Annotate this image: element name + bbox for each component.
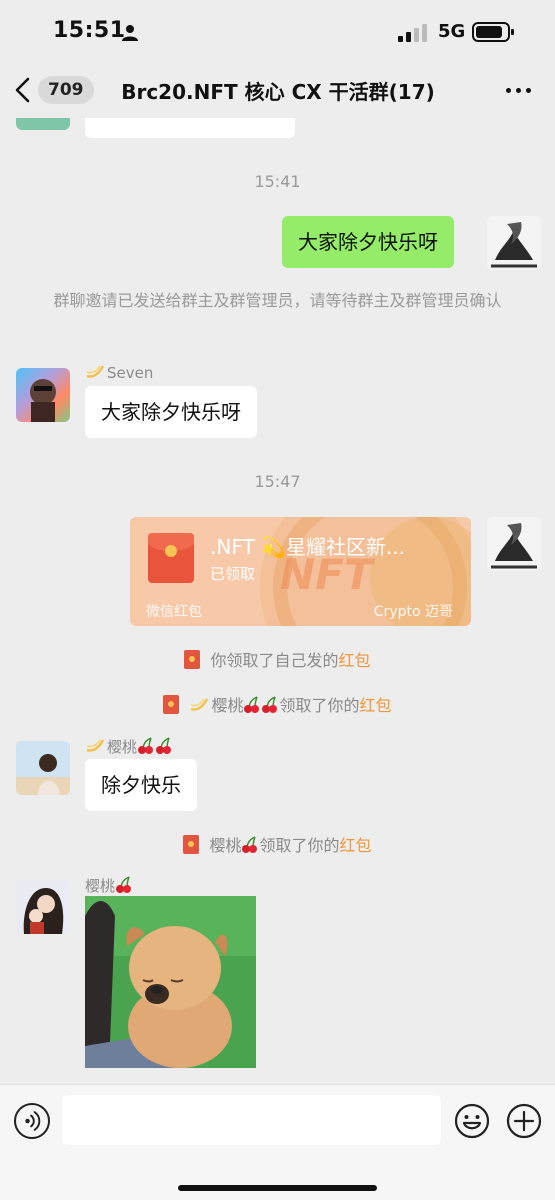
nav-bar: 709 Brc20.NFT 核心 CX 干活群(17)	[0, 62, 555, 118]
cherry-icon	[156, 737, 172, 754]
voice-icon[interactable]	[14, 1103, 50, 1139]
signal-icon	[398, 24, 427, 42]
more-icon	[505, 87, 511, 93]
back-button[interactable]: 709	[12, 70, 96, 110]
self-avatar[interactable]	[487, 216, 541, 270]
cherry-icon	[116, 876, 132, 893]
chat-title: Brc20.NFT 核心 CX 干活群(17)	[121, 80, 435, 104]
red-packet-claim-notice: 樱桃 领取了你的红包	[0, 832, 555, 856]
sender-name-yingtao: 樱桃	[85, 736, 173, 757]
plus-icon[interactable]	[506, 1103, 542, 1139]
sender-name-yingtao: 樱桃	[85, 875, 133, 896]
red-packet-icon	[183, 835, 200, 854]
unread-count-badge: 709	[38, 76, 94, 104]
input-bar	[0, 1084, 555, 1200]
chat-area[interactable]: 15:41 大家除夕快乐呀 群聊邀请已发送给群主及群管理员，请等待群主及群管理员…	[0, 118, 555, 1084]
back-chevron-icon	[15, 77, 30, 103]
red-packet-claim-notice: 你领取了自己发的红包	[0, 647, 555, 671]
red-packet-card[interactable]: NFT .NFT 💫星耀社区新... 已领取 微信红包 Crypto 迈哥	[130, 517, 471, 626]
self-message-bubble[interactable]: 大家除夕快乐呀	[282, 216, 454, 268]
red-packet-label: 微信红包	[146, 604, 202, 620]
cherry-icon	[244, 696, 260, 713]
sender-name-seven: Seven	[85, 364, 153, 382]
red-packet-link[interactable]: 红包	[360, 696, 392, 715]
system-invite-message: 群聊邀请已发送给群主及群管理员，请等待群主及群管理员确认	[53, 291, 502, 310]
red-packet-claim-notice: 樱桃 领取了你的红包	[0, 692, 555, 716]
seven-message-bubble[interactable]: 大家除夕快乐呀	[85, 386, 257, 438]
status-bar: 15:51 5G	[0, 0, 555, 62]
puppy-photo[interactable]	[85, 896, 256, 1068]
seven-avatar[interactable]	[16, 368, 70, 422]
red-packet-icon	[184, 650, 201, 669]
red-packet-link[interactable]: 红包	[340, 836, 372, 855]
cherry-icon	[138, 737, 154, 754]
message-bubble-partial[interactable]	[85, 118, 295, 138]
yingtao-avatar-2[interactable]	[16, 880, 70, 934]
more-button[interactable]	[496, 74, 540, 106]
avatar-partial[interactable]	[16, 118, 70, 130]
sparkle-icon	[191, 698, 209, 711]
cherry-icon	[262, 696, 278, 713]
message-input[interactable]	[62, 1095, 441, 1145]
sparkle-icon	[86, 365, 105, 378]
red-packet-title: .NFT 💫星耀社区新...	[210, 535, 406, 559]
home-indicator	[178, 1185, 377, 1191]
yingtao-avatar[interactable]	[16, 741, 70, 795]
yingtao-message-bubble[interactable]: 除夕快乐	[85, 759, 197, 811]
emoji-icon[interactable]	[454, 1103, 490, 1139]
red-packet-icon	[163, 695, 180, 714]
red-packet-icon	[148, 533, 194, 583]
self-avatar[interactable]	[487, 517, 541, 571]
network-label: 5G	[438, 21, 466, 42]
status-time: 15:51	[53, 18, 126, 43]
sparkle-icon	[86, 739, 105, 752]
battery-icon	[472, 22, 514, 42]
timestamp: 15:41	[254, 172, 301, 191]
timestamp: 15:47	[254, 472, 301, 491]
red-packet-link[interactable]: 红包	[339, 651, 371, 670]
person-icon	[122, 25, 138, 41]
red-packet-status: 已领取	[210, 565, 256, 583]
cherry-icon	[242, 836, 258, 853]
red-packet-brand: Crypto 迈哥	[373, 604, 453, 620]
